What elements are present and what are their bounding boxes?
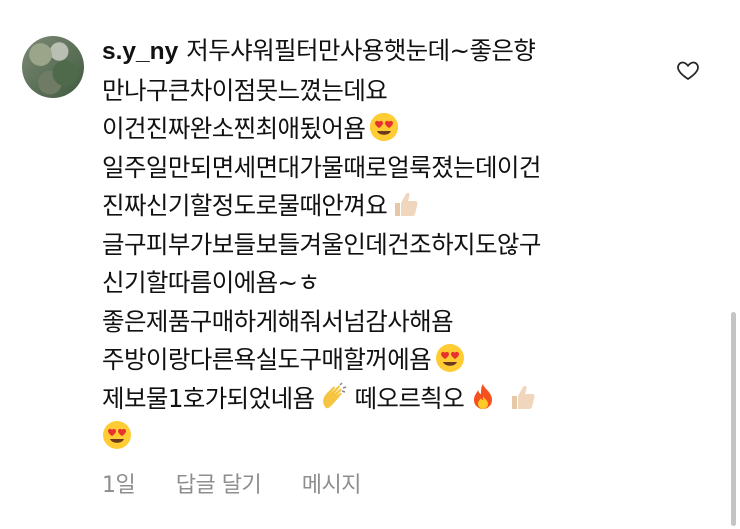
comment-line: s.y_ny 저두샤워필터만사용햇눈데~좋은향: [102, 32, 662, 72]
comment-meta: 1일 답글 달기 메시지: [102, 467, 395, 499]
heart-eyes-emoji: [435, 343, 465, 373]
comment-line: 진짜신기할정도로물때안껴요: [102, 187, 662, 226]
comment-text: 주방이랑다른욕실도구매할꺼에욤: [102, 345, 432, 374]
comment-line: [102, 418, 662, 457]
comment-line: 만나구큰차이점못느꼈는데요: [102, 72, 662, 111]
comment-line: 좋은제품구매하게해줘서넘감사해욤: [102, 303, 662, 342]
comment-text: 저두샤워필터만사용햇눈데~좋은향: [186, 36, 536, 65]
comment-line: 제보물1호가되었네욤 떼오르츽오: [102, 380, 662, 419]
comment-line: 주방이랑다른욕실도구매할꺼에욤: [102, 341, 662, 380]
comment-text: 일주일만되면세면대가물때로얼룩졌는데이건: [102, 152, 541, 182]
comment-text: 신기할따름이에욤~ㅎ: [102, 268, 320, 297]
comment-line: 글구피부가보들보들겨울인데건조하지도않구: [102, 226, 662, 265]
comment-text: 글구피부가보들보들겨울인데건조하지도않구: [102, 229, 541, 259]
heart-eyes-emoji: [102, 420, 132, 450]
comment-line: 일주일만되면세면대가물때로얼룩졌는데이건: [102, 149, 662, 188]
comment-text: 제보물1호가되었네욤: [102, 383, 315, 413]
message-button[interactable]: 메시지: [302, 473, 362, 498]
comment-line: 이건진짜완소찐최애됬어욤: [102, 110, 662, 149]
comment-line: 신기할따름이에욤~ㅎ: [102, 264, 662, 303]
comment-text: 이건진짜완소찐최애됬어욤: [102, 114, 366, 143]
heart-outline-icon[interactable]: [676, 58, 700, 82]
avatar[interactable]: [22, 36, 84, 98]
heart-eyes-emoji: [369, 112, 399, 142]
thumbs-up-emoji: [391, 189, 421, 219]
clapping-hands-emoji: [318, 381, 348, 412]
comment-text: 떼오르츽오: [354, 383, 465, 413]
comment-text: 만나구큰차이점못느꼈는데요: [102, 75, 388, 105]
scrollbar[interactable]: [731, 312, 736, 526]
timestamp: 1일: [102, 473, 136, 498]
reply-button[interactable]: 답글 달기: [176, 473, 262, 498]
comment-text: 좋은제품구매하게해줘서넘감사해욤: [102, 306, 454, 336]
comment-body: s.y_ny 저두샤워필터만사용햇눈데~좋은향 만나구큰차이점못느꼈는데요 이건진…: [102, 32, 662, 457]
fire-emoji: [468, 382, 498, 412]
username[interactable]: s.y_ny: [102, 38, 178, 65]
comment-text: 진짜신기할정도로물때안껴요: [102, 191, 388, 220]
thumbs-up-emoji: [508, 382, 538, 412]
